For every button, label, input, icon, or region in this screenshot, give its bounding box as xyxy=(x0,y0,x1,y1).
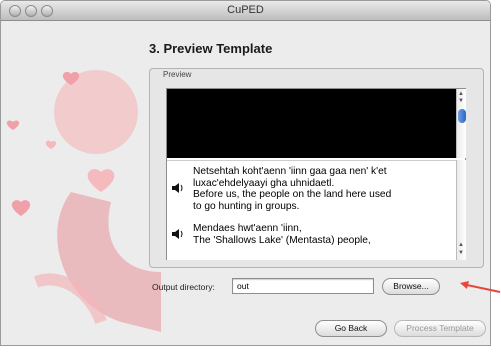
scroll-thumb[interactable] xyxy=(458,109,466,123)
transcript-line: Netsehtah koht'aenn 'iinn gaa gaa nen' k… xyxy=(193,166,387,177)
app-window: CuPED 3. Preview Template Preview ▲ ▼ Ne… xyxy=(0,0,491,346)
output-directory-input[interactable]: out xyxy=(232,278,374,294)
transcript-text: Netsehtah koht'aenn 'iinn gaa gaa nen' k… xyxy=(193,166,453,212)
transcript-line: Mendaes hwt'aenn 'iinn, xyxy=(193,223,302,234)
scroll-down-arrow-icon[interactable]: ▼ xyxy=(458,98,464,104)
video-player[interactable] xyxy=(167,89,456,158)
preview-group-label: Preview xyxy=(163,70,192,79)
video-scrollbar[interactable]: ▲ ▼ xyxy=(456,89,466,158)
scroll-up-arrow-icon[interactable]: ▲ xyxy=(458,91,464,97)
transcript-line: Before us, the people on the land here u… xyxy=(193,189,392,200)
background-decoration xyxy=(6,70,161,332)
transcript-line: luxac'ehdelyaayi gha uhnidaetl. xyxy=(193,177,335,189)
title-bar: CuPED xyxy=(1,1,490,21)
transcript-text: Mendaes hwt'aenn 'iinn, The 'Shallows La… xyxy=(193,223,453,246)
transcript-line: to go hunting in groups. xyxy=(193,200,300,212)
arrow-annotation-icon xyxy=(460,281,501,293)
scroll-up-arrow-icon[interactable]: ▲ xyxy=(458,242,464,248)
window-title: CuPED xyxy=(227,4,264,16)
speaker-icon[interactable] xyxy=(171,228,185,240)
browse-button[interactable]: Browse... xyxy=(382,278,440,295)
page-title: 3. Preview Template xyxy=(149,41,273,56)
output-directory-label: Output directory: xyxy=(152,282,215,292)
go-back-button[interactable]: Go Back xyxy=(315,320,387,337)
speaker-icon[interactable] xyxy=(171,182,185,194)
transcript-scrollbar[interactable]: ▲ ▼ xyxy=(456,160,466,260)
preview-pane: ▲ ▼ Netsehtah koht'aenn 'iinn gaa gaa ne… xyxy=(166,88,466,260)
transcript-list: Netsehtah koht'aenn 'iinn gaa gaa nen' k… xyxy=(167,160,456,260)
transcript-line: The 'Shallows Lake' (Mentasta) people, xyxy=(193,234,371,246)
process-template-button[interactable]: Process Template xyxy=(394,320,486,337)
scroll-down-arrow-icon[interactable]: ▼ xyxy=(458,250,464,256)
